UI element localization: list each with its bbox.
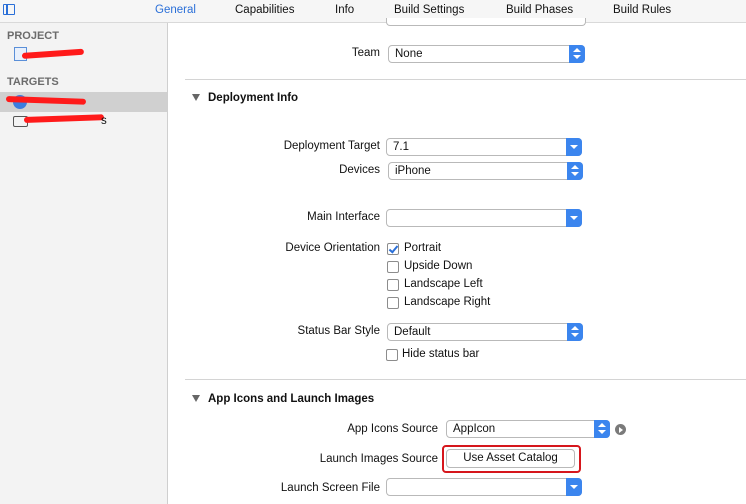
devices-popup[interactable]: iPhone	[388, 162, 583, 180]
landscape-left-label: Landscape Left	[404, 278, 483, 290]
popup-arrows-icon	[594, 420, 610, 438]
team-popup[interactable]: None	[388, 45, 585, 63]
deployment-target-value: 7.1	[393, 141, 409, 153]
editor-tab-bar: General Capabilities Info Build Settings…	[0, 0, 746, 23]
status-bar-style-label: Status Bar Style	[297, 325, 380, 337]
deployment-target-combo[interactable]: 7.1	[386, 138, 582, 156]
launch-screen-file-combo[interactable]	[386, 478, 582, 496]
sidebar-item-label: s	[101, 115, 107, 127]
app-icons-source-value: AppIcon	[453, 423, 496, 435]
disclosure-triangle-icon[interactable]	[192, 395, 200, 402]
landscape-right-checkbox[interactable]	[387, 297, 399, 309]
status-bar-style-value: Default	[394, 326, 431, 338]
sidebar-item-project[interactable]	[0, 45, 167, 65]
cutoff-field	[386, 18, 586, 26]
popup-arrows-icon	[567, 323, 583, 341]
sidebar-item-extension-target[interactable]: s	[0, 112, 167, 132]
team-value: None	[395, 48, 423, 60]
portrait-checkbox[interactable]	[387, 243, 399, 255]
chevron-down-icon[interactable]	[566, 209, 582, 227]
tab-capabilities[interactable]: Capabilities	[235, 4, 294, 16]
popup-arrows-icon	[567, 162, 583, 180]
hide-status-bar-checkbox[interactable]	[386, 349, 398, 361]
chevron-down-icon[interactable]	[566, 478, 582, 496]
use-asset-catalog-button[interactable]: Use Asset Catalog	[446, 449, 575, 468]
main-interface-combo[interactable]	[386, 209, 582, 227]
deployment-target-label: Deployment Target	[283, 140, 380, 152]
redaction-mark	[21, 48, 85, 59]
device-orientation-label: Device Orientation	[285, 242, 380, 254]
app-icons-source-popup[interactable]: AppIcon	[446, 420, 610, 438]
tab-build-settings[interactable]: Build Settings	[394, 4, 464, 16]
navigator-toggle-icon[interactable]	[3, 4, 15, 15]
tab-build-rules[interactable]: Build Rules	[613, 4, 671, 16]
launch-images-source-label: Launch Images Source	[319, 453, 438, 465]
popup-arrows-icon	[569, 45, 585, 63]
go-to-asset-catalog-icon[interactable]	[615, 424, 626, 435]
project-section-header: PROJECT	[7, 30, 59, 42]
tab-build-phases[interactable]: Build Phases	[506, 4, 573, 16]
devices-value: iPhone	[395, 165, 431, 177]
section-divider	[185, 79, 746, 80]
deployment-info-title: Deployment Info	[208, 92, 299, 104]
upside-down-checkbox[interactable]	[387, 261, 399, 273]
project-navigator-sidebar: PROJECT TARGETS s	[0, 23, 168, 504]
launch-screen-file-label: Launch Screen File	[280, 482, 380, 494]
status-bar-style-popup[interactable]: Default	[387, 323, 583, 341]
devices-label: Devices	[339, 164, 380, 176]
portrait-label: Portrait	[404, 242, 442, 254]
landscape-right-label: Landscape Right	[404, 296, 491, 308]
app-icons-section-title: App Icons and Launch Images	[208, 393, 375, 405]
chevron-down-icon[interactable]	[566, 138, 582, 156]
upside-down-label: Upside Down	[404, 260, 473, 272]
targets-section-header: TARGETS	[7, 76, 59, 88]
sidebar-item-app-target[interactable]	[0, 92, 167, 112]
tab-info[interactable]: Info	[335, 4, 354, 16]
app-icons-source-label: App Icons Source	[347, 423, 438, 435]
disclosure-triangle-icon[interactable]	[192, 94, 200, 101]
section-divider	[185, 379, 746, 380]
team-label: Team	[351, 47, 380, 59]
hide-status-bar-label: Hide status bar	[402, 348, 480, 360]
landscape-left-checkbox[interactable]	[387, 279, 399, 291]
redaction-mark	[23, 114, 105, 123]
tab-general[interactable]: General	[155, 4, 196, 16]
main-interface-label: Main Interface	[307, 211, 380, 223]
